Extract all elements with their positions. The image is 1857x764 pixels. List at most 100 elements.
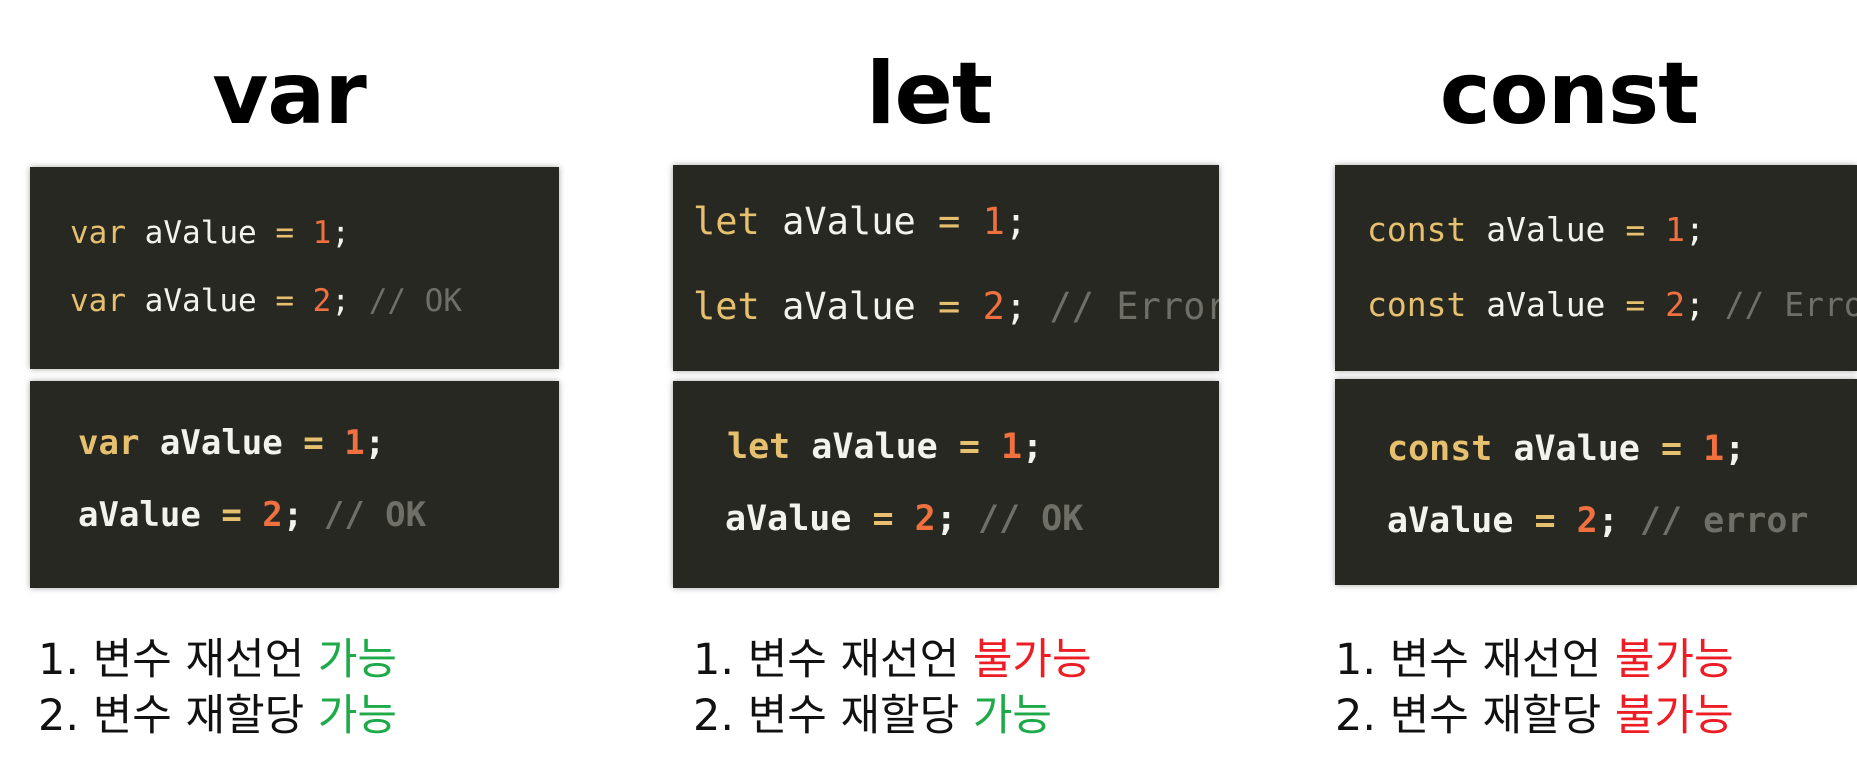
code-line: let aValue = 2; // Error xyxy=(693,285,1219,328)
code-number: 1 xyxy=(1000,427,1023,467)
code-number: 2 xyxy=(982,285,1005,328)
code-operator: = xyxy=(938,200,961,243)
reassign-code-panel: let aValue = 1; aValue = 2; // OK xyxy=(673,381,1219,588)
reassign-code-panel: var aValue = 1; aValue = 2; // OK xyxy=(30,381,559,588)
code-semicolon: ; xyxy=(1597,501,1619,541)
note-redeclare: 1. 변수 재선언 불가능 xyxy=(693,632,1092,688)
note-reassign: 2. 변수 재할당 가능 xyxy=(693,688,1092,744)
code-number: 1 xyxy=(1665,210,1685,249)
code-identifier: aValue xyxy=(1486,285,1606,324)
code-comment: // OK xyxy=(977,499,1084,539)
code-number: 1 xyxy=(312,215,332,251)
status-possible: 가능 xyxy=(317,691,397,741)
code-keyword: let xyxy=(727,427,791,467)
code-semicolon: ; xyxy=(1684,285,1705,324)
code-operator: = xyxy=(872,499,894,539)
code-identifier: aValue xyxy=(144,283,257,319)
code-operator: = xyxy=(1534,501,1556,541)
code-comment: // OK xyxy=(323,495,427,535)
code-keyword: var xyxy=(78,423,140,463)
code-number: 2 xyxy=(914,499,936,539)
note-label: 2. 변수 재할당 xyxy=(1335,691,1615,741)
note-redeclare: 1. 변수 재선언 가능 xyxy=(38,632,397,688)
code-identifier: aValue xyxy=(782,200,916,243)
code-operator: = xyxy=(275,215,294,251)
code-identifier: aValue xyxy=(159,423,283,463)
status-possible: 가능 xyxy=(972,691,1052,741)
code-identifier: aValue xyxy=(1486,210,1606,249)
redeclare-code-panel: var aValue = 1; var aValue = 2; // OK xyxy=(30,167,559,369)
code-line: const aValue = 1; xyxy=(1367,210,1705,249)
code-identifier: aValue xyxy=(1387,501,1514,541)
code-semicolon: ; xyxy=(1724,429,1746,469)
code-line: aValue = 2; // error xyxy=(1387,501,1808,541)
reassign-code-panel: const aValue = 1; aValue = 2; // error xyxy=(1335,379,1857,585)
column-var: var var aValue = 1; var aValue = 2; // O… xyxy=(30,0,560,764)
code-keyword: const xyxy=(1387,429,1493,469)
code-line: var aValue = 2; // OK xyxy=(70,283,462,319)
code-semicolon: ; xyxy=(331,283,351,319)
summary-notes: 1. 변수 재선언 불가능 2. 변수 재할당 가능 xyxy=(693,632,1092,744)
code-operator: = xyxy=(1660,429,1683,469)
code-number: 2 xyxy=(262,495,283,535)
code-semicolon: ; xyxy=(1684,210,1705,249)
code-keyword: let xyxy=(693,285,760,328)
code-semicolon: ; xyxy=(1022,427,1044,467)
code-line: const aValue = 2; // Error xyxy=(1367,285,1857,324)
code-line: var aValue = 1; xyxy=(70,215,350,251)
code-line: var aValue = 1; xyxy=(78,423,385,463)
code-identifier: aValue xyxy=(144,215,257,251)
code-operator: = xyxy=(958,427,980,467)
code-semicolon: ; xyxy=(364,423,386,463)
code-operator: = xyxy=(938,285,961,328)
note-reassign: 2. 변수 재할당 가능 xyxy=(38,688,397,744)
code-line: let aValue = 1; xyxy=(727,427,1043,467)
code-keyword: let xyxy=(693,200,760,243)
note-label: 1. 변수 재선언 xyxy=(38,635,318,685)
code-line: const aValue = 1; xyxy=(1387,429,1745,469)
code-keyword: var xyxy=(70,215,126,251)
redeclare-code-panel: let aValue = 1; let aValue = 2; // Error xyxy=(673,165,1219,371)
note-label: 2. 변수 재할당 xyxy=(693,691,973,741)
code-comment: // error xyxy=(1639,501,1809,541)
code-semicolon: ; xyxy=(331,215,351,251)
code-identifier: aValue xyxy=(811,427,938,467)
status-impossible: 불가능 xyxy=(1614,635,1734,685)
status-impossible: 불가능 xyxy=(972,635,1092,685)
code-number: 1 xyxy=(344,423,365,463)
code-identifier: aValue xyxy=(725,499,852,539)
summary-notes: 1. 변수 재선언 가능 2. 변수 재할당 가능 xyxy=(38,632,397,744)
code-semicolon: ; xyxy=(935,499,957,539)
code-identifier: aValue xyxy=(78,495,201,535)
note-label: 2. 변수 재할당 xyxy=(38,691,318,741)
status-possible: 가능 xyxy=(317,635,397,685)
code-operator: = xyxy=(1625,285,1646,324)
code-keyword: var xyxy=(70,283,126,319)
code-identifier: aValue xyxy=(782,285,916,328)
column-let: let let aValue = 1; let aValue = 2; // E… xyxy=(673,0,1221,764)
code-comment: // OK xyxy=(368,283,463,319)
code-operator: = xyxy=(1625,210,1646,249)
code-line: aValue = 2; // OK xyxy=(725,499,1083,539)
column-title: const xyxy=(1439,44,1700,144)
code-comment: // Error xyxy=(1724,285,1857,324)
code-operator: = xyxy=(275,283,294,319)
code-comment: // Error xyxy=(1049,285,1219,328)
code-keyword: const xyxy=(1367,210,1467,249)
note-label: 1. 변수 재선언 xyxy=(1335,635,1615,685)
status-impossible: 불가능 xyxy=(1614,691,1734,741)
column-title: var xyxy=(212,44,367,144)
column-title: let xyxy=(866,44,993,144)
code-line: aValue = 2; // OK xyxy=(78,495,426,535)
code-number: 2 xyxy=(1665,285,1685,324)
note-label: 1. 변수 재선언 xyxy=(693,635,973,685)
code-line: let aValue = 1; xyxy=(693,200,1027,243)
summary-notes: 1. 변수 재선언 불가능 2. 변수 재할당 불가능 xyxy=(1335,632,1734,744)
code-semicolon: ; xyxy=(282,495,304,535)
code-operator: = xyxy=(221,495,242,535)
column-const: const const aValue = 1; const aValue = 2… xyxy=(1335,0,1857,764)
redeclare-code-panel: const aValue = 1; const aValue = 2; // E… xyxy=(1335,165,1857,371)
code-number: 1 xyxy=(982,200,1005,243)
code-keyword: const xyxy=(1367,285,1467,324)
note-redeclare: 1. 변수 재선언 불가능 xyxy=(1335,632,1734,688)
